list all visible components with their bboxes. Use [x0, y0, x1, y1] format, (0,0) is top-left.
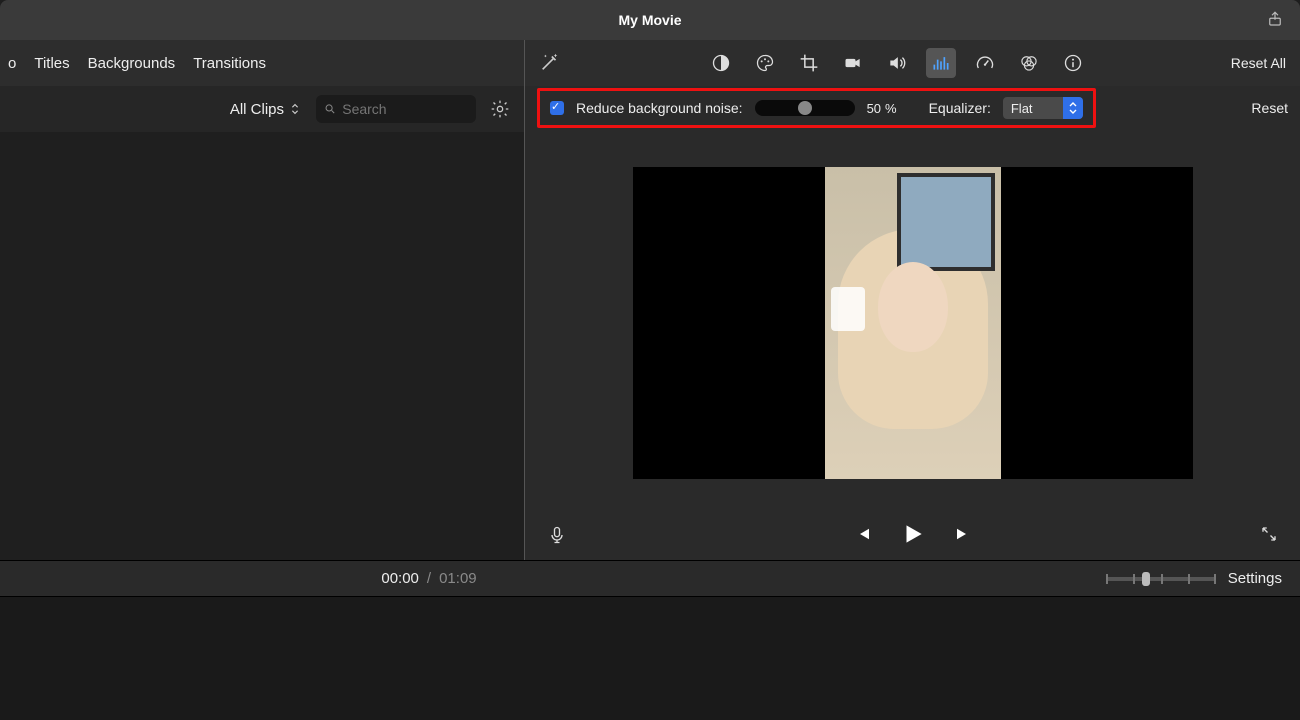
tab-titles[interactable]: Titles: [34, 55, 69, 72]
search-field[interactable]: [316, 95, 476, 123]
color-balance-button[interactable]: [706, 48, 736, 78]
info-icon: [1063, 53, 1083, 73]
overlap-circles-icon: [1019, 53, 1039, 73]
timeline[interactable]: [0, 596, 1300, 720]
timeline-settings-button[interactable]: Settings: [1228, 570, 1282, 587]
color-filter-button[interactable]: [1014, 48, 1044, 78]
zoom-thumb[interactable]: [1142, 572, 1150, 586]
noise-eq-button[interactable]: [926, 48, 956, 78]
palette-icon: [755, 53, 775, 73]
slider-thumb[interactable]: [798, 101, 812, 115]
skip-forward-icon: [954, 525, 972, 543]
prev-button[interactable]: [854, 525, 872, 543]
reduce-noise-slider[interactable]: [755, 100, 855, 116]
volume-button[interactable]: [882, 48, 912, 78]
play-button[interactable]: [900, 521, 926, 547]
gear-icon: [490, 99, 510, 119]
browser-settings-button[interactable]: [486, 95, 514, 123]
viewer-panel: Reset All Reduce background noise: 50 % …: [525, 40, 1300, 560]
reset-button[interactable]: Reset: [1251, 100, 1288, 116]
chevrons-vertical-icon: [290, 102, 300, 116]
wand-icon: [539, 51, 561, 73]
reduce-noise-unit: %: [885, 101, 897, 116]
tab-transitions[interactable]: Transitions: [193, 55, 266, 72]
video-canvas[interactable]: [633, 167, 1193, 479]
color-correction-button[interactable]: [750, 48, 780, 78]
video-camera-icon: [843, 53, 863, 73]
clips-filter-label: All Clips: [230, 101, 284, 118]
fullscreen-button[interactable]: [1260, 525, 1278, 543]
speed-button[interactable]: [970, 48, 1000, 78]
noise-reduction-bar: Reduce background noise: 50 % Equalizer:…: [525, 86, 1300, 130]
timeline-zoom-slider[interactable]: [1106, 577, 1216, 581]
playback-controls: [525, 508, 1300, 560]
contrast-icon: [711, 53, 731, 73]
speaker-icon: [887, 53, 907, 73]
timeline-header: 00:00 / 01:09 Settings: [0, 560, 1300, 596]
reduce-noise-value-group: 50 %: [867, 101, 897, 116]
equalizer-select[interactable]: Flat: [1003, 97, 1083, 119]
video-frame: [825, 167, 1001, 479]
play-icon: [900, 521, 926, 547]
adjustments-toolbar: Reset All: [525, 40, 1300, 86]
stabilization-button[interactable]: [838, 48, 868, 78]
project-title: My Movie: [618, 12, 681, 28]
title-bar: My Movie: [0, 0, 1300, 40]
equalizer-value: Flat: [1011, 101, 1063, 116]
total-duration: 01:09: [439, 570, 477, 587]
noise-eq-highlight: Reduce background noise: 50 % Equalizer:…: [537, 88, 1096, 128]
share-button[interactable]: [1264, 8, 1286, 30]
viewer: [525, 130, 1300, 508]
clips-filter-dropdown[interactable]: All Clips: [230, 101, 300, 118]
reduce-noise-checkbox[interactable]: [550, 101, 564, 115]
reset-all-button[interactable]: Reset All: [1231, 55, 1286, 71]
expand-icon: [1260, 525, 1278, 543]
search-input[interactable]: [342, 101, 468, 117]
speedometer-icon: [975, 53, 995, 73]
playhead-time: 00:00 / 01:09: [381, 570, 476, 587]
tab-backgrounds[interactable]: Backgrounds: [88, 55, 176, 72]
search-icon: [324, 102, 336, 116]
media-browser: o Titles Backgrounds Transitions All Cli…: [0, 40, 525, 560]
chevron-down-icon: [1063, 97, 1083, 119]
reduce-noise-value: 50: [867, 101, 881, 116]
voiceover-button[interactable]: [547, 523, 569, 545]
browser-content: [0, 132, 524, 560]
next-button[interactable]: [954, 525, 972, 543]
skip-back-icon: [854, 525, 872, 543]
reduce-noise-label: Reduce background noise:: [576, 100, 743, 116]
tab-audio[interactable]: o: [8, 55, 16, 72]
microphone-icon: [547, 523, 567, 547]
enhance-button[interactable]: [539, 51, 563, 75]
crop-icon: [799, 53, 819, 73]
crop-button[interactable]: [794, 48, 824, 78]
info-button[interactable]: [1058, 48, 1088, 78]
equalizer-label: Equalizer:: [929, 100, 991, 116]
equalizer-icon: [931, 53, 951, 73]
time-separator: /: [427, 570, 431, 587]
browser-tabs: o Titles Backgrounds Transitions: [0, 40, 524, 86]
current-time: 00:00: [381, 570, 419, 587]
